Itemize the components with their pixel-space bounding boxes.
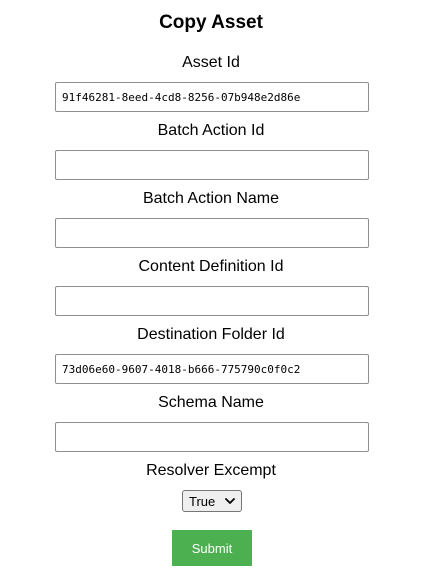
schema-name-label: Schema Name bbox=[158, 394, 264, 411]
resolver-excempt-select[interactable]: True bbox=[182, 490, 242, 512]
batch-action-id-label: Batch Action Id bbox=[157, 122, 265, 139]
chevron-down-icon bbox=[225, 498, 235, 504]
schema-name-input[interactable] bbox=[55, 422, 369, 452]
destination-folder-id-input[interactable] bbox=[55, 354, 369, 384]
batch-action-id-input[interactable] bbox=[55, 150, 369, 180]
resolver-excempt-selected-value: True bbox=[189, 493, 216, 509]
content-definition-id-input[interactable] bbox=[55, 286, 369, 316]
content-definition-id-label: Content Definition Id bbox=[138, 258, 284, 275]
page-title: Copy Asset bbox=[159, 12, 263, 33]
batch-action-name-label: Batch Action Name bbox=[142, 190, 280, 207]
asset-id-input[interactable] bbox=[55, 82, 369, 112]
resolver-excempt-label: Resolver Excempt bbox=[146, 462, 276, 479]
destination-folder-id-label: Destination Folder Id bbox=[137, 326, 285, 343]
batch-action-name-input[interactable] bbox=[55, 218, 369, 248]
asset-id-label: Asset Id bbox=[182, 54, 240, 71]
submit-button[interactable]: Submit bbox=[172, 530, 252, 566]
